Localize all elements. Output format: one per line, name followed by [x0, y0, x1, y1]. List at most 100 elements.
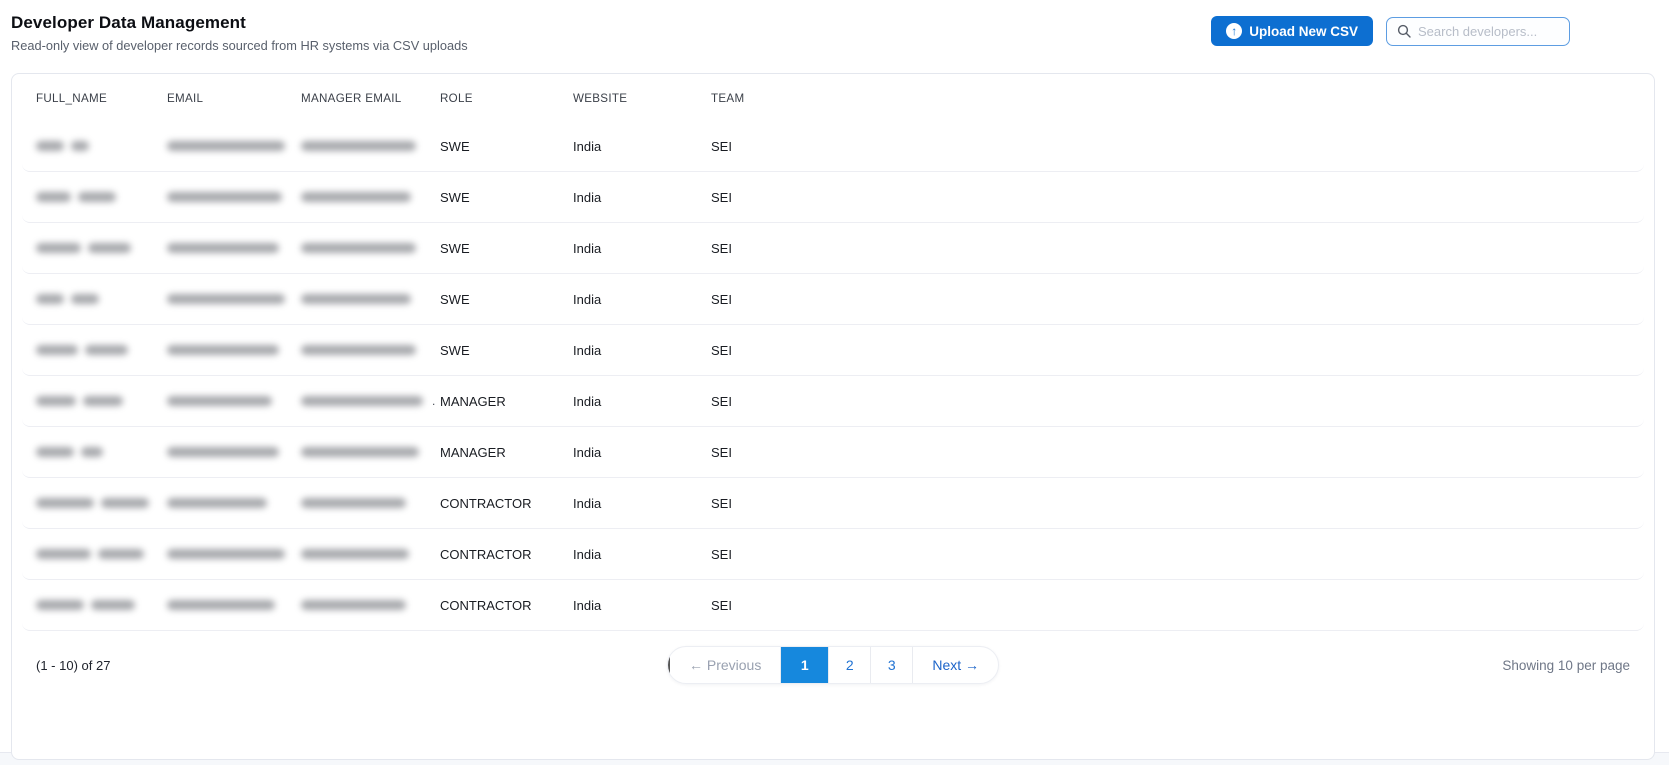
upload-new-csv-button[interactable]: ↑ Upload New CSV: [1211, 16, 1373, 46]
email-cell-redacted: [167, 345, 301, 355]
table-row: SWE India SEI: [22, 121, 1644, 172]
role-cell: SWE: [440, 240, 470, 256]
upload-button-label: Upload New CSV: [1249, 23, 1358, 39]
full-name-cell-redacted: [36, 192, 167, 202]
email-cell-redacted: [167, 498, 301, 508]
redacted-text: [301, 447, 419, 457]
website-cell: India: [573, 597, 602, 613]
redacted-text: [78, 192, 116, 202]
redacted-text: [71, 294, 99, 304]
email-cell-redacted: [167, 141, 301, 151]
redacted-text: [167, 192, 282, 202]
column-header-website: WEBSITE: [573, 91, 628, 105]
manager-email-cell-redacted: [301, 141, 440, 151]
table-footer: (1 - 10) of 27 ← Previous 1 2 3 Next → Showi…: [22, 646, 1644, 684]
manager-email-cell-redacted: [301, 192, 440, 202]
previous-page-button[interactable]: ← Previous: [667, 647, 780, 683]
search-box[interactable]: [1386, 16, 1570, 46]
manager-email-cell-redacted: [301, 243, 440, 253]
role-cell: SWE: [440, 342, 470, 358]
developer-table-card: FULL_NAME EMAIL MANAGER EMAIL ROLE WEBSITE TE…: [11, 73, 1655, 760]
column-header-email: EMAIL: [167, 91, 204, 105]
redacted-text: [167, 447, 279, 457]
role-cell: SWE: [440, 138, 470, 154]
redacted-text: [167, 294, 285, 304]
email-cell-redacted: [167, 294, 301, 304]
role-cell: SWE: [440, 189, 470, 205]
table-row: MANAGER India SEI: [22, 427, 1644, 478]
table-row: SWE India SEI: [22, 223, 1644, 274]
manager-email-cell-redacted: .: [301, 394, 440, 408]
website-cell: India: [573, 342, 602, 358]
email-cell-redacted: [167, 243, 301, 253]
website-cell: India: [573, 495, 602, 511]
column-header-role: ROLE: [440, 91, 473, 105]
redacted-text: [36, 243, 81, 253]
redacted-text: [167, 498, 267, 508]
search-icon: [1397, 24, 1411, 38]
column-header-manager-email: MANAGER EMAIL: [301, 91, 402, 105]
website-cell: India: [573, 546, 602, 562]
redacted-text: [83, 396, 123, 406]
email-cell-redacted: [167, 192, 301, 202]
manager-email-cell-redacted: [301, 600, 440, 610]
full-name-cell-redacted: [36, 243, 167, 253]
redacted-text: [167, 600, 275, 610]
manager-email-cell-redacted: [301, 447, 440, 457]
arrow-up-circle-icon: ↑: [1226, 23, 1243, 39]
email-cell-redacted: [167, 549, 301, 559]
full-name-cell-redacted: [36, 396, 167, 406]
role-cell: CONTRACTOR: [440, 597, 532, 613]
team-cell: SEI: [711, 138, 732, 154]
redacted-text: [167, 549, 285, 559]
redacted-text: [101, 498, 149, 508]
team-cell: SEI: [711, 597, 732, 613]
redacted-text: [301, 498, 406, 508]
table-row: CONTRACTOR India SEI: [22, 580, 1644, 631]
email-cell-redacted: [167, 600, 301, 610]
redacted-text: [167, 243, 279, 253]
team-cell: SEI: [711, 495, 732, 511]
redacted-text: [71, 141, 89, 151]
page-title: Developer Data Management: [11, 13, 246, 32]
table-row: . MANAGER India SEI: [22, 376, 1644, 427]
full-name-cell-redacted: [36, 447, 167, 457]
page-button-2[interactable]: 2: [828, 647, 870, 683]
redacted-text: [301, 294, 411, 304]
redacted-text: [85, 345, 128, 355]
team-cell: SEI: [711, 444, 732, 460]
page-subtitle: Read-only view of developer records sour…: [11, 38, 468, 53]
team-cell: SEI: [711, 393, 732, 409]
redacted-text: [36, 498, 94, 508]
redacted-text: [167, 396, 272, 406]
next-page-button[interactable]: Next →: [912, 647, 998, 683]
redacted-text: [81, 447, 103, 457]
website-cell: India: [573, 291, 602, 307]
page-button-3[interactable]: 3: [870, 647, 912, 683]
manager-email-cell-redacted: [301, 549, 440, 559]
search-input[interactable]: [1418, 23, 1559, 39]
redacted-text: [301, 192, 411, 202]
redaction-suffix: .: [432, 394, 436, 408]
page: Developer Data Management Read-only view…: [0, 0, 1669, 760]
table-row: SWE India SEI: [22, 172, 1644, 223]
column-header-full-name: FULL_NAME: [36, 91, 107, 105]
website-cell: India: [573, 240, 602, 256]
email-cell-redacted: [167, 447, 301, 457]
redacted-text: [167, 141, 285, 151]
page-heading: Developer Data Management Read-only view…: [11, 13, 468, 53]
website-cell: India: [573, 444, 602, 460]
page-button-1[interactable]: 1: [780, 647, 829, 683]
table-header-row: FULL_NAME EMAIL MANAGER EMAIL ROLE WEBSITE TE…: [22, 75, 1644, 121]
full-name-cell-redacted: [36, 549, 167, 559]
role-cell: MANAGER: [440, 444, 506, 460]
redacted-text: [36, 294, 64, 304]
role-cell: CONTRACTOR: [440, 495, 532, 511]
top-bar-actions: ↑ Upload New CSV: [1211, 16, 1570, 46]
redacted-text: [301, 141, 416, 151]
redacted-text: [36, 396, 76, 406]
full-name-cell-redacted: [36, 600, 167, 610]
redacted-text: [167, 345, 279, 355]
website-cell: India: [573, 393, 602, 409]
redacted-text: [36, 447, 74, 457]
